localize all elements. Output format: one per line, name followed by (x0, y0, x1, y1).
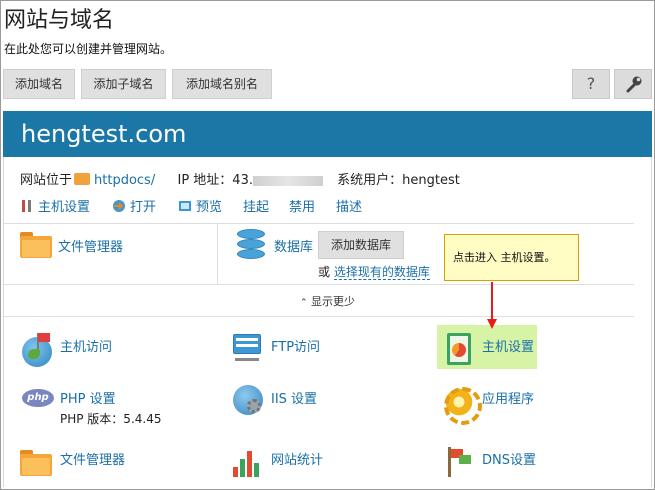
add-alias-button[interactable]: 添加域名别名 (172, 69, 272, 99)
host-access-icon (22, 333, 52, 367)
site-stats-icon (233, 447, 263, 477)
site-stats-link[interactable]: 网站统计 (271, 449, 323, 468)
page-title: 网站与域名 (4, 8, 115, 33)
preview-icon (179, 201, 191, 211)
domain-name[interactable]: hengtest.com (21, 120, 186, 148)
show-less-label: 显示更少 (311, 295, 356, 308)
describe-action[interactable]: 描述 (336, 196, 362, 215)
host-settings-icon (447, 333, 471, 365)
host-access-label: 主机访问 (60, 340, 113, 355)
select-existing-db-link[interactable]: 选择现有的数据库 (333, 265, 430, 280)
open-icon (113, 200, 125, 212)
ftp-icon (233, 334, 261, 364)
box-divider (217, 223, 218, 285)
database-link[interactable]: 数据库 (274, 236, 313, 255)
php-icon: php (22, 389, 54, 407)
php-version-label: PHP 版本：5.4.45 (60, 412, 162, 426)
add-database-button[interactable]: 添加数据库 (318, 231, 404, 259)
site-location-label: 网站位于 (20, 173, 73, 188)
host-settings-link[interactable]: 主机设置 (482, 336, 534, 355)
host-settings-label: 主机设置 (482, 340, 535, 355)
settings-button[interactable] (614, 69, 652, 99)
file-manager-link-top[interactable]: 文件管理器 (58, 236, 123, 255)
add-domain-button[interactable]: 添加域名 (3, 69, 75, 99)
disable-action[interactable]: 禁用 (289, 196, 315, 215)
page-subtitle: 在此处您可以创建并管理网站。 (4, 42, 173, 56)
domain-header: hengtest.com (3, 111, 652, 157)
file-manager-label-bottom: 文件管理器 (60, 453, 126, 468)
sys-user-label: 系统用户： (337, 173, 403, 188)
ftp-access-label: FTP访问 (271, 340, 321, 355)
dns-flags-icon (445, 447, 473, 477)
callout-arrow (491, 282, 493, 320)
add-subdomain-button[interactable]: 添加子域名 (81, 69, 166, 99)
host-settings-action[interactable]: 主机设置 (20, 196, 90, 215)
help-button[interactable]: ? (572, 69, 610, 99)
php-settings-link[interactable]: PHP 设置 (60, 388, 116, 407)
preview-action[interactable]: 预览 (178, 196, 222, 215)
file-manager-folder-icon-bottom (20, 450, 52, 476)
database-label: 数据库 (274, 240, 314, 255)
wrench-icon (626, 76, 642, 93)
chevron-up-icon: ⌃ (299, 298, 308, 308)
open-action[interactable]: 打开 (112, 196, 156, 215)
host-access-link[interactable]: 主机访问 (60, 336, 112, 355)
database-icon (237, 229, 265, 261)
open-action-label: 打开 (130, 200, 157, 215)
tools-icon (22, 200, 31, 212)
file-manager-link-bottom[interactable]: 文件管理器 (60, 449, 125, 468)
applications-label: 应用程序 (482, 392, 535, 407)
php-settings-label: PHP 设置 (60, 392, 116, 407)
dns-settings-link[interactable]: DNS设置 (482, 449, 536, 468)
ip-label: IP 地址：43. (177, 173, 253, 188)
dns-settings-label: DNS设置 (482, 453, 536, 468)
divider (4, 316, 634, 317)
host-settings-action-label: 主机设置 (38, 200, 91, 215)
or-label: 或 (318, 265, 331, 279)
tutorial-callout: 点击进入 主机设置。 (444, 234, 579, 281)
select-db-line: 或 选择现有的数据库 (318, 263, 430, 280)
suspend-action[interactable]: 挂起 (243, 196, 269, 215)
site-stats-label: 网站统计 (271, 453, 324, 468)
ip-redacted (252, 175, 323, 186)
sys-user-value: hengtest (402, 173, 460, 188)
httpdocs-link[interactable]: httpdocs/ (94, 173, 155, 188)
show-less-toggle[interactable]: ⌃ 显示更少 (0, 293, 655, 309)
question-icon: ? (586, 74, 596, 93)
folder-icon (74, 173, 91, 185)
file-manager-label-top: 文件管理器 (58, 240, 124, 255)
applications-link[interactable]: 应用程序 (482, 388, 534, 407)
iis-settings-link[interactable]: IIS 设置 (271, 388, 317, 407)
iis-settings-label: IIS 设置 (271, 392, 318, 407)
applications-icon (444, 387, 482, 425)
ftp-access-link[interactable]: FTP访问 (271, 336, 320, 355)
callout-arrow-head (487, 319, 497, 329)
file-manager-folder-icon[interactable] (20, 232, 52, 258)
iis-icon (233, 385, 263, 415)
domain-info-line: 网站位于 httpdocs/ IP 地址：43. 系统用户：hengtest (20, 169, 460, 188)
php-version-text: PHP 版本：5.4.45 (60, 410, 161, 427)
preview-action-label: 预览 (196, 200, 223, 215)
domain-panel (3, 157, 652, 487)
